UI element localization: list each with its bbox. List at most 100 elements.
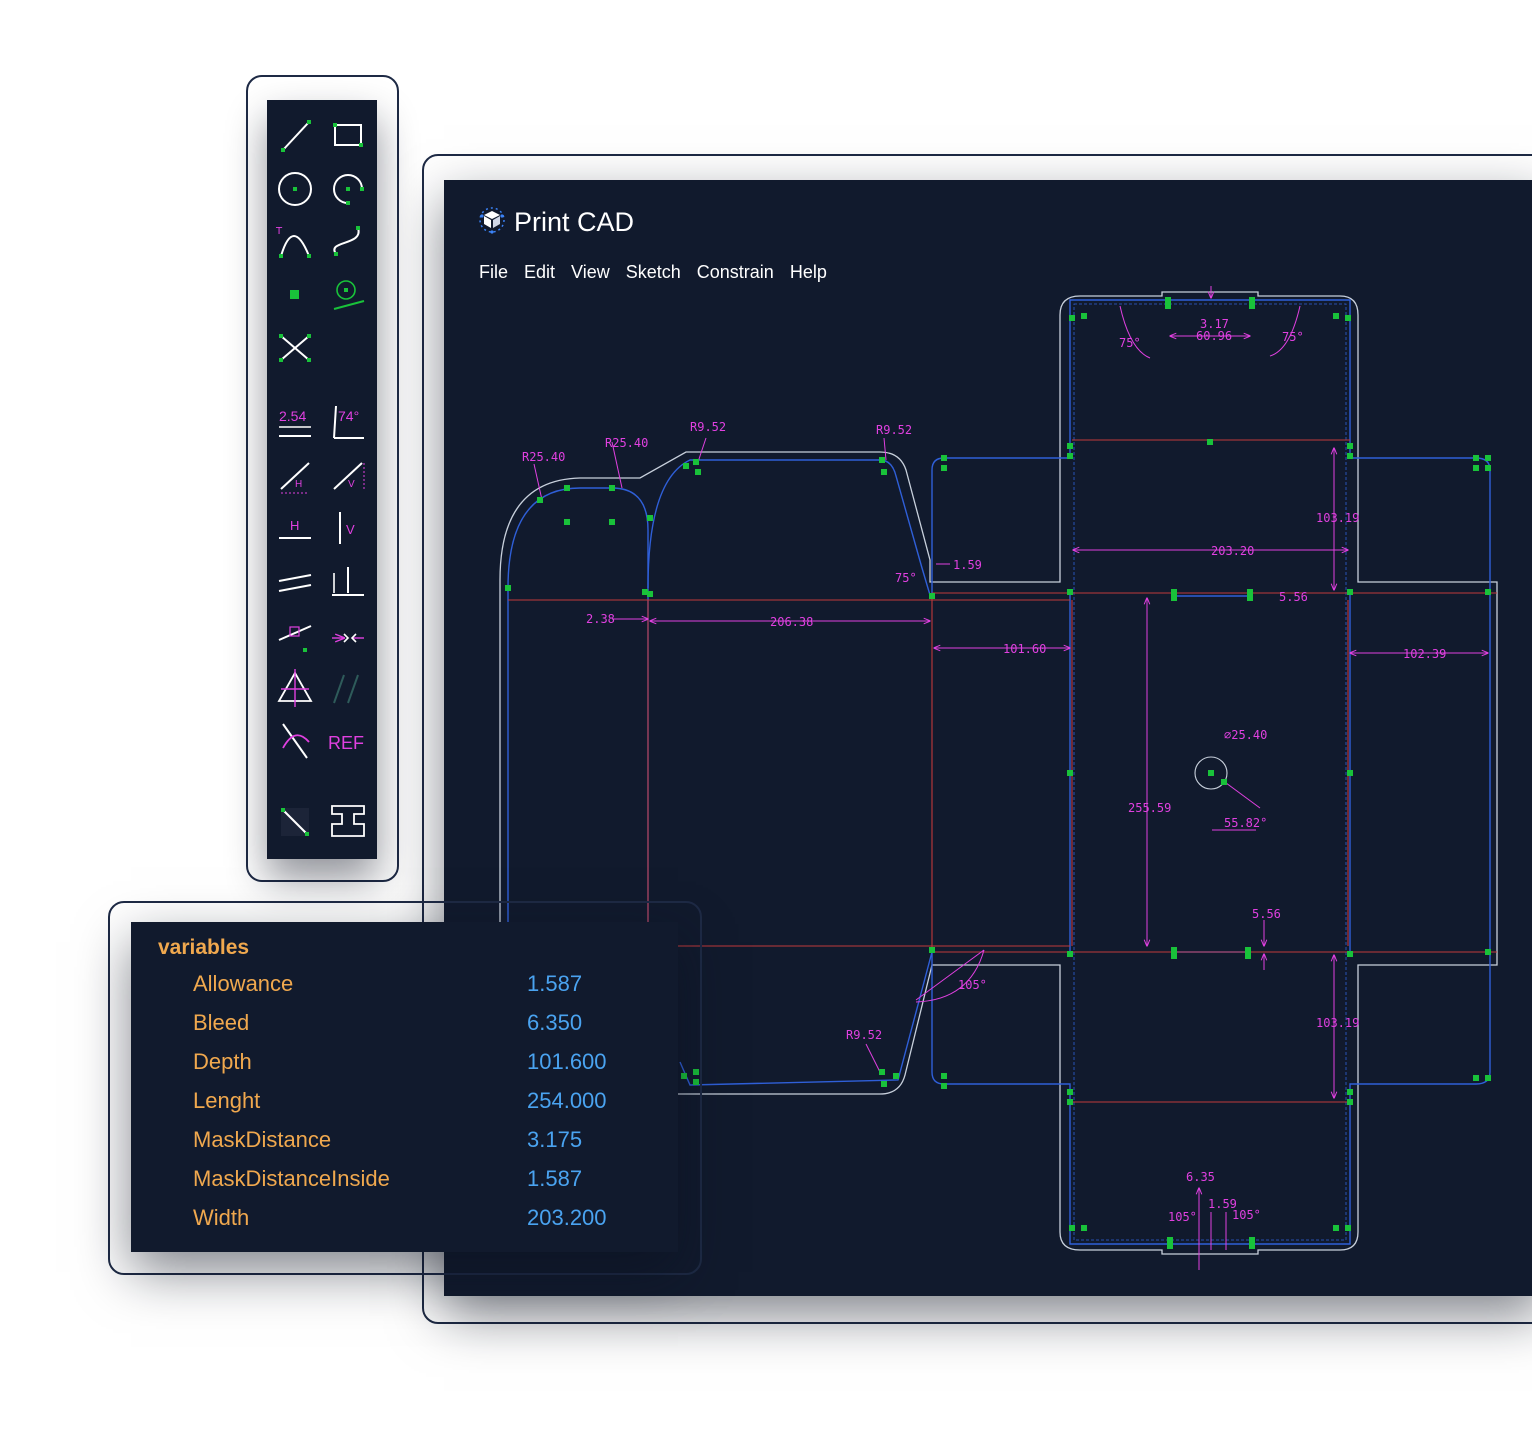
sketch-point[interactable] [1333,313,1339,319]
variable-row[interactable]: MaskDistance 3.175 [131,1127,678,1166]
line-tool-icon[interactable] [273,114,317,158]
sketch-point[interactable] [1347,589,1353,595]
sketch-point[interactable] [1347,1099,1353,1105]
sketch-point[interactable] [1067,1099,1073,1105]
sketch-point[interactable] [879,457,885,463]
sketch-point[interactable] [941,1073,947,1079]
sketch-point[interactable] [1245,953,1251,959]
sketch-point[interactable] [1165,303,1171,309]
sketch-point[interactable] [1247,595,1253,601]
perpendicular-constraint-icon[interactable] [326,559,370,603]
sketch-point[interactable] [1208,770,1214,776]
trim-tool-icon[interactable] [273,326,317,370]
variable-value[interactable]: 101.600 [527,1049,607,1075]
coincident-constraint-icon[interactable] [326,612,370,656]
sketch-point[interactable] [1067,443,1073,449]
sketch-point[interactable] [941,455,947,461]
variable-row[interactable]: MaskDistanceInside 1.587 [131,1166,678,1205]
sketch-point[interactable] [1347,453,1353,459]
sketch-point[interactable] [1167,1243,1173,1249]
sketch-point[interactable] [1485,1075,1491,1081]
symmetric-constraint-icon[interactable] [273,665,317,709]
sketch-point[interactable] [1247,589,1253,595]
point-on-line-constraint-icon[interactable] [273,612,317,656]
sketch-point[interactable] [1067,951,1073,957]
sketch-point[interactable] [941,1083,947,1089]
sketch-point[interactable] [893,1073,899,1079]
sketch-point[interactable] [1069,315,1075,321]
sketch-point[interactable] [1067,453,1073,459]
sketch-point[interactable] [564,485,570,491]
sketch-point[interactable] [1171,595,1177,601]
sketch-point[interactable] [1171,947,1177,953]
sketch-point[interactable] [1171,589,1177,595]
sketch-point[interactable] [1345,315,1351,321]
sketch-point[interactable] [1347,770,1353,776]
sketch-point[interactable] [881,1081,887,1087]
sketch-point[interactable] [1165,297,1171,303]
sketch-point[interactable] [1249,1237,1255,1243]
point-tool-icon[interactable] [273,273,317,317]
sketch-point[interactable] [1245,947,1251,953]
sketch-point[interactable] [647,515,653,521]
sketch-point[interactable] [1333,1225,1339,1231]
sketch-point[interactable] [1485,949,1491,955]
tangent-constraint-icon[interactable] [273,718,317,762]
variable-row[interactable]: Depth 101.600 [131,1049,678,1088]
variable-value[interactable]: 6.350 [527,1010,582,1036]
variable-value[interactable]: 254.000 [527,1088,607,1114]
sketch-point[interactable] [647,591,653,597]
vertical-constraint-icon[interactable]: V [326,506,370,550]
sketch-point[interactable] [1067,770,1073,776]
vertical-distance-icon[interactable]: V [326,453,370,497]
sketch-point[interactable] [1081,1225,1087,1231]
sketch-point[interactable] [1207,439,1213,445]
variable-value[interactable]: 1.587 [527,1166,582,1192]
sketch-point[interactable] [1473,455,1479,461]
rectangle-tool-icon[interactable] [326,114,370,158]
sketch-point[interactable] [941,465,947,471]
sketch-point[interactable] [683,463,689,469]
sketch-point[interactable] [1067,1089,1073,1095]
variable-row[interactable]: Width 203.200 [131,1205,678,1244]
variable-value[interactable]: 3.175 [527,1127,582,1153]
sketch-point[interactable] [1069,1225,1075,1231]
arc-tool-icon[interactable] [326,167,370,211]
sketch-point[interactable] [695,469,701,475]
spline-tool-icon[interactable] [326,220,370,264]
tangent-circle-tool-icon[interactable] [326,273,370,317]
horizontal-constraint-icon[interactable]: H [273,506,317,550]
variable-value[interactable]: 1.587 [527,971,582,997]
sketch-point[interactable] [1249,297,1255,303]
sketch-point[interactable] [1485,589,1491,595]
sketch-point[interactable] [1167,1237,1173,1243]
sketch-point[interactable] [1347,1089,1353,1095]
variable-row[interactable]: Allowance 1.587 [131,971,678,1010]
sketch-point[interactable] [609,485,615,491]
sketch-point[interactable] [505,585,511,591]
variable-value[interactable]: 203.200 [527,1205,607,1231]
sketch-point[interactable] [693,459,699,465]
construction-toggle-icon[interactable] [273,800,317,844]
sketch-point[interactable] [1081,313,1087,319]
sketch-point[interactable] [537,497,543,503]
sketch-point[interactable] [1171,953,1177,959]
variable-row[interactable]: Bleed 6.350 [131,1010,678,1049]
variable-row[interactable]: Lenght 254.000 [131,1088,678,1127]
sketch-point[interactable] [1249,303,1255,309]
sketch-point[interactable] [1221,779,1227,785]
sketch-point[interactable] [1347,951,1353,957]
sketch-point[interactable] [1485,465,1491,471]
sketch-point[interactable] [1347,443,1353,449]
sketch-point[interactable] [929,593,935,599]
same-orientation-icon[interactable] [326,665,370,709]
parallel-constraint-icon[interactable] [273,559,317,603]
conic-tool-icon[interactable]: T [273,220,317,264]
sketch-point[interactable] [1067,589,1073,595]
sketch-point[interactable] [1249,1243,1255,1249]
sketch-point[interactable] [879,1069,885,1075]
section-tool-icon[interactable] [326,800,370,844]
sketch-point[interactable] [1473,465,1479,471]
sketch-point[interactable] [1473,1075,1479,1081]
horizontal-distance-icon[interactable]: H [273,453,317,497]
